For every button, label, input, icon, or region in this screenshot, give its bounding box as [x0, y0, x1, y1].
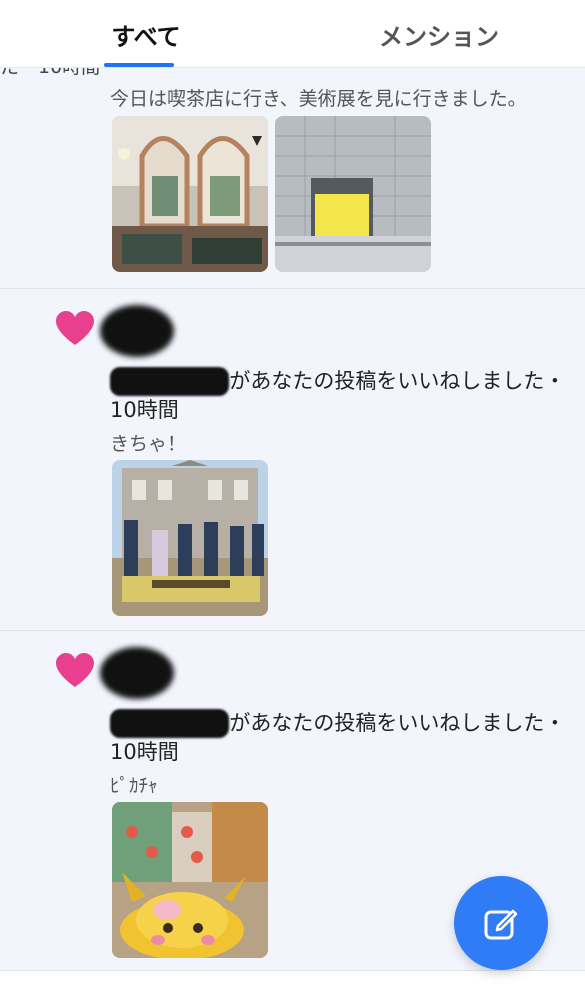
- tab-bar: すべて メンション: [0, 0, 585, 68]
- post-content: ﾋﾟｶﾁｬ: [110, 775, 158, 797]
- notif-tail-line: た・10時間: [0, 68, 585, 82]
- active-tab-indicator: [104, 63, 174, 67]
- post-image-meiji[interactable]: [112, 460, 268, 616]
- compose-icon: [484, 909, 518, 940]
- avatar[interactable]: [100, 647, 174, 699]
- post-image-museum[interactable]: [275, 116, 431, 272]
- notif-time-text: た・10時間: [0, 68, 100, 81]
- post-image-pikachu[interactable]: [112, 802, 268, 958]
- post-content: きちゃ！: [110, 433, 187, 455]
- tab-mention[interactable]: メンション: [293, 0, 585, 68]
- heart-icon: [56, 311, 94, 347]
- compose-button[interactable]: [454, 876, 548, 970]
- actor-name[interactable]: Go4Know: [110, 709, 230, 738]
- avatar[interactable]: [100, 305, 174, 357]
- tab-all-label: すべて: [111, 22, 181, 51]
- notification-feed: た・10時間 今日は喫茶店に行き、美術展を見に行きました。: [0, 68, 585, 1000]
- post-content: 今日は喫茶店に行き、美術展を見に行きました。: [110, 88, 527, 110]
- notification-text: Go4Know があなたの投稿をいいねしました・10時間: [110, 367, 570, 425]
- tab-all[interactable]: すべて: [0, 0, 292, 68]
- notification-item[interactable]: た・10時間 今日は喫茶店に行き、美術展を見に行きました。: [0, 68, 585, 289]
- notification-text: Go4Know があなたの投稿をいいねしました・10時間: [110, 709, 570, 767]
- notification-item[interactable]: Go4Know があなたの投稿をいいねしました・10時間 きちゃ！: [0, 289, 585, 631]
- feed-footer: [0, 971, 585, 1000]
- heart-icon: [56, 653, 94, 689]
- post-image-cafe[interactable]: [112, 116, 268, 272]
- tab-mention-label: メンション: [379, 22, 499, 51]
- actor-name[interactable]: Go4Know: [110, 367, 230, 396]
